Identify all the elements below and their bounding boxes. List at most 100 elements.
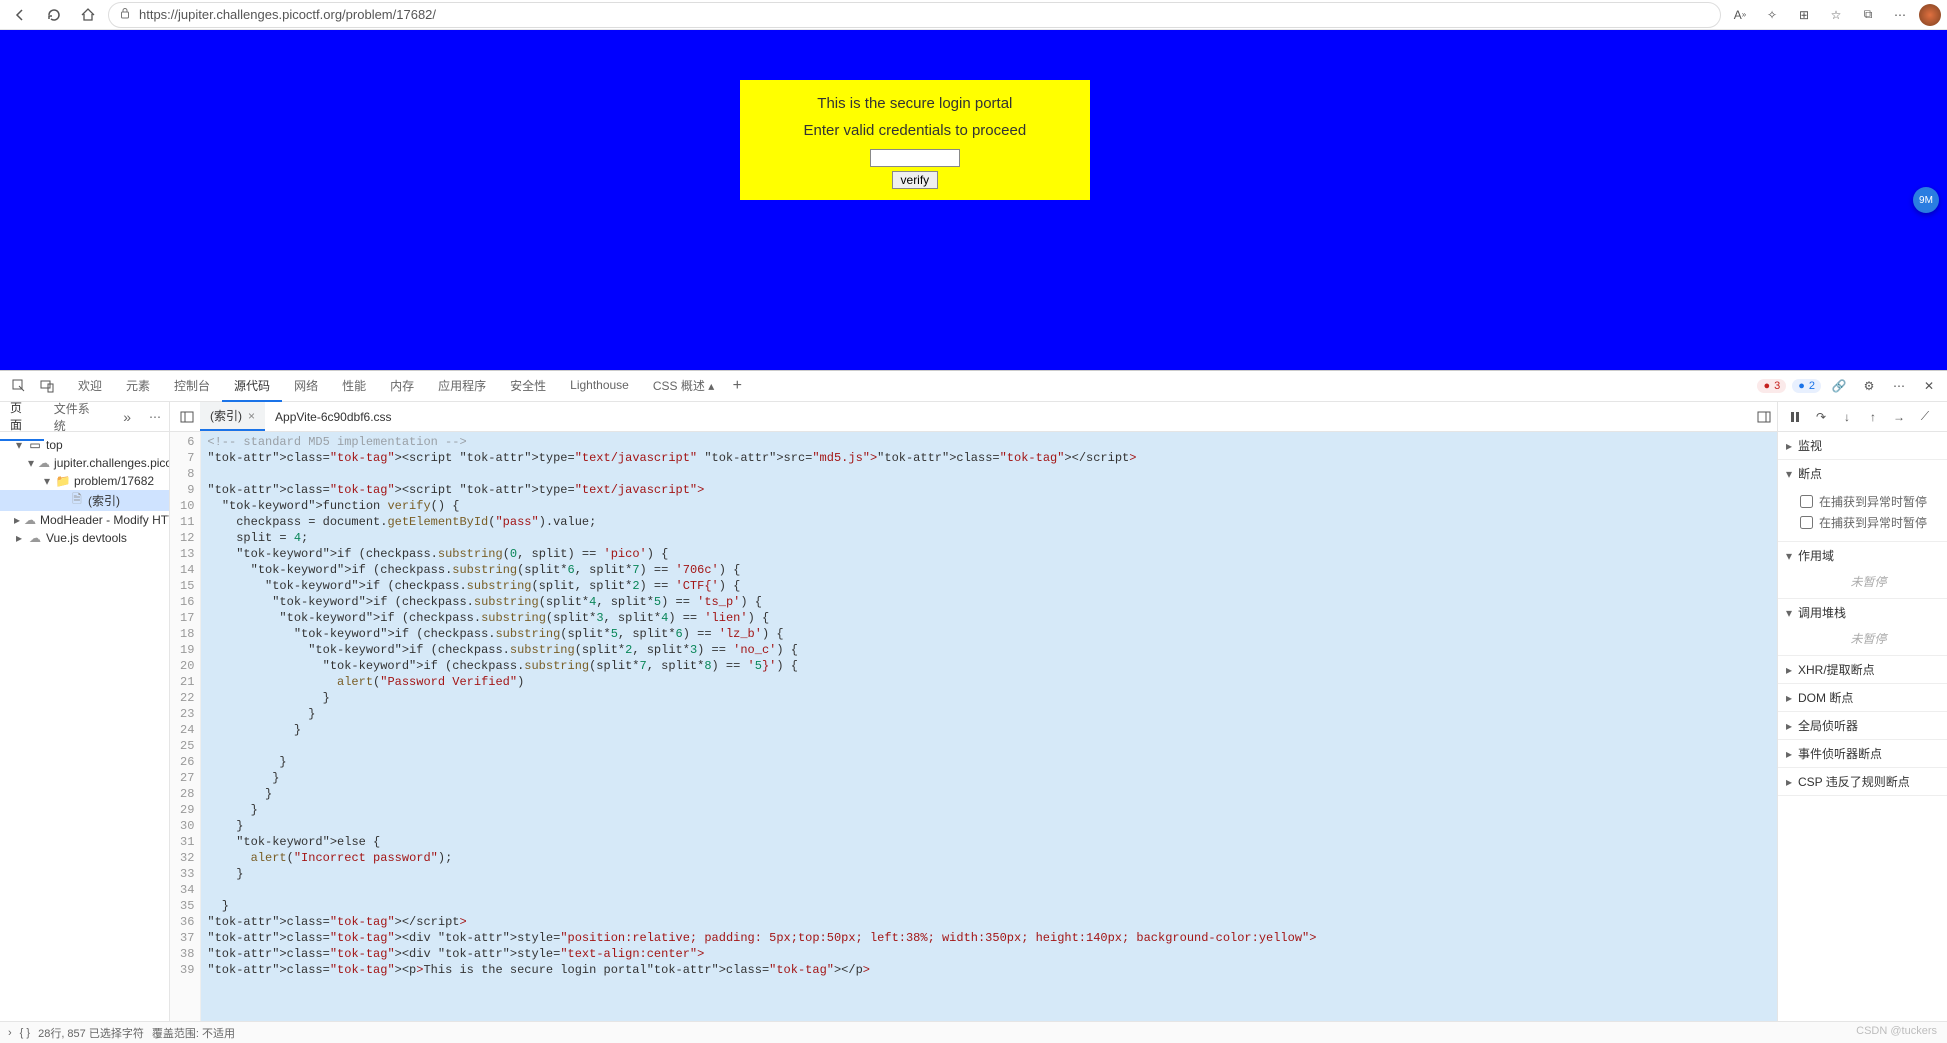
pause-icon[interactable] (1784, 406, 1806, 428)
code-line[interactable]: "tok-attr">class="tok-tag"><script "tok-… (207, 482, 1771, 498)
address-bar[interactable]: https://jupiter.challenges.picoctf.org/p… (108, 2, 1721, 28)
code-line[interactable]: } (207, 818, 1771, 834)
step-out-icon[interactable]: ↑ (1862, 406, 1884, 428)
code-line[interactable]: "tok-keyword">if (checkpass.substring(sp… (207, 594, 1771, 610)
console-toggle-icon[interactable]: › (8, 1027, 12, 1039)
tree-file-index[interactable]: 🗎(索引) (0, 490, 169, 511)
password-input[interactable] (870, 149, 960, 167)
tree-folder[interactable]: ▾📁problem/17682 (0, 472, 169, 490)
section-watch[interactable]: ▸监视 (1778, 432, 1947, 459)
code-line[interactable]: "tok-keyword">if (checkpass.substring(sp… (207, 658, 1771, 674)
code-line[interactable]: "tok-keyword">if (checkpass.substring(sp… (207, 562, 1771, 578)
sidebar-tab-overflow[interactable]: » (113, 403, 141, 431)
code-line[interactable] (207, 882, 1771, 898)
devtools-tab-3[interactable]: 源代码 (222, 371, 282, 402)
code-line[interactable]: "tok-keyword">function verify() { (207, 498, 1771, 514)
devtools-tab-2[interactable]: 控制台 (162, 371, 222, 402)
refresh-button[interactable] (40, 1, 68, 29)
close-devtools-icon[interactable]: ✕ (1917, 374, 1941, 398)
error-count[interactable]: ● 3 (1757, 379, 1786, 393)
tree-ext-vue[interactable]: ▸☁Vue.js devtools (0, 529, 169, 547)
step-icon[interactable]: → (1888, 406, 1910, 428)
section-global[interactable]: ▸全局侦听器 (1778, 712, 1947, 739)
code-line[interactable]: "tok-keyword">if (checkpass.substring(0,… (207, 546, 1771, 562)
code-line[interactable]: "tok-attr">class="tok-tag"></script> (207, 914, 1771, 930)
code-area[interactable]: 6789101112131415161718192021222324252627… (170, 432, 1777, 1021)
back-button[interactable] (6, 1, 34, 29)
tree-ext-modheader[interactable]: ▸☁ModHeader - Modify HTTP hea (0, 511, 169, 529)
code-line[interactable]: "tok-attr">class="tok-tag"><script "tok-… (207, 450, 1771, 466)
section-breakpoints[interactable]: ▾断点 (1778, 460, 1947, 487)
tree-top[interactable]: ▾▭top (0, 436, 169, 454)
inspect-icon[interactable] (6, 373, 32, 399)
code-line[interactable]: "tok-keyword">if (checkpass.substring(sp… (207, 626, 1771, 642)
code-line[interactable]: alert("Incorrect password"); (207, 850, 1771, 866)
link-icon[interactable]: 🔗 (1827, 374, 1851, 398)
devtools-tab-6[interactable]: 内存 (378, 371, 426, 402)
sidebar-more-icon[interactable]: ⋯ (141, 404, 169, 430)
toggle-sidebar-icon[interactable] (174, 404, 200, 430)
code-line[interactable]: } (207, 786, 1771, 802)
settings-icon[interactable]: ⚙ (1857, 374, 1881, 398)
editor-tab-index[interactable]: (索引) × (200, 402, 265, 431)
bp-pause-exception-2[interactable]: 在捕获到异常时暂停 (1800, 512, 1937, 533)
close-tab-icon[interactable]: × (248, 409, 255, 423)
code-line[interactable]: } (207, 690, 1771, 706)
braces-icon[interactable]: { } (20, 1027, 30, 1039)
step-over-icon[interactable]: ↷ (1810, 406, 1832, 428)
favorites-icon[interactable]: ☆ (1823, 2, 1849, 28)
code-line[interactable]: } (207, 898, 1771, 914)
code-line[interactable]: alert("Password Verified") (207, 674, 1771, 690)
menu-icon[interactable]: ⋯ (1887, 2, 1913, 28)
devtools-tab-5[interactable]: 性能 (330, 371, 378, 402)
editor-tab-css[interactable]: AppVite-6c90dbf6.css (265, 405, 402, 429)
step-into-icon[interactable]: ↓ (1836, 406, 1858, 428)
devtools-tab-9[interactable]: Lighthouse (558, 372, 641, 400)
avatar[interactable] (1919, 4, 1941, 26)
floating-badge[interactable]: 9M (1913, 187, 1939, 213)
section-scope[interactable]: ▾作用域 (1778, 542, 1947, 569)
section-xhr[interactable]: ▸XHR/提取断点 (1778, 656, 1947, 683)
devtools-tab-10[interactable]: CSS 概述 ▴ (641, 371, 726, 402)
code-line[interactable] (207, 738, 1771, 754)
section-event[interactable]: ▸事件侦听器断点 (1778, 740, 1947, 767)
code-line[interactable]: split = 4; (207, 530, 1771, 546)
tree-origin[interactable]: ▾☁jupiter.challenges.picoctf.org (0, 454, 169, 472)
code-line[interactable]: "tok-attr">class="tok-tag"><div "tok-att… (207, 946, 1771, 962)
warning-count[interactable]: ● 2 (1792, 379, 1821, 393)
toggle-right-sidebar-icon[interactable] (1751, 404, 1777, 430)
code-line[interactable]: "tok-attr">class="tok-tag"><p>This is th… (207, 962, 1771, 978)
devtools-tab-7[interactable]: 应用程序 (426, 371, 498, 402)
bp-pause-exception-1[interactable]: 在捕获到异常时暂停 (1800, 491, 1937, 512)
code-line[interactable]: "tok-attr">class="tok-tag"><div "tok-att… (207, 930, 1771, 946)
home-button[interactable] (74, 1, 102, 29)
more-icon[interactable]: ⋯ (1887, 374, 1911, 398)
devtools-tab-1[interactable]: 元素 (114, 371, 162, 402)
code-line[interactable]: "tok-keyword">if (checkpass.substring(sp… (207, 610, 1771, 626)
deactivate-bp-icon[interactable]: ⟋ (1914, 406, 1936, 428)
devtools-tab-8[interactable]: 安全性 (498, 371, 558, 402)
code-line[interactable]: } (207, 770, 1771, 786)
verify-button[interactable]: verify (892, 171, 939, 189)
code-line[interactable]: "tok-keyword">if (checkpass.substring(sp… (207, 642, 1771, 658)
code-line[interactable] (207, 466, 1771, 482)
section-csp[interactable]: ▸CSP 违反了规则断点 (1778, 768, 1947, 795)
section-callstack[interactable]: ▾调用堆栈 (1778, 599, 1947, 626)
devtools-tab-0[interactable]: 欢迎 (66, 371, 114, 402)
extensions-icon[interactable]: ⊞ (1791, 2, 1817, 28)
tracking-icon[interactable]: ✧ (1759, 2, 1785, 28)
collections-icon[interactable]: ⧉ (1855, 2, 1881, 28)
devtools-tab-plus[interactable]: + (726, 377, 748, 395)
device-icon[interactable] (34, 373, 60, 399)
code-line[interactable]: "tok-keyword">if (checkpass.substring(sp… (207, 578, 1771, 594)
code-line[interactable]: } (207, 802, 1771, 818)
code-line[interactable]: } (207, 866, 1771, 882)
code-line[interactable]: } (207, 706, 1771, 722)
code-line[interactable]: checkpass = document.getElementById("pas… (207, 514, 1771, 530)
read-aloud-icon[interactable]: A» (1727, 2, 1753, 28)
code-line[interactable]: <!-- standard MD5 implementation --> (207, 434, 1771, 450)
code-line[interactable]: "tok-keyword">else { (207, 834, 1771, 850)
code-line[interactable]: } (207, 754, 1771, 770)
section-dom[interactable]: ▸DOM 断点 (1778, 684, 1947, 711)
devtools-tab-4[interactable]: 网络 (282, 371, 330, 402)
